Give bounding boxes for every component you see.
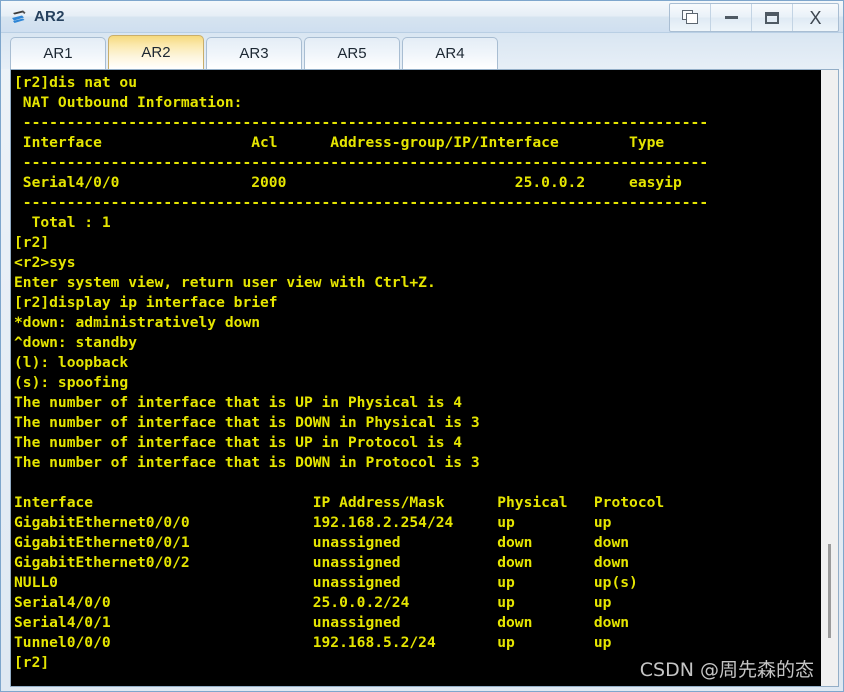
terminal-line: GigabitEthernet0/0/1 unassigned down dow… [14,534,630,551]
maximize-icon [765,11,779,24]
terminal-line: *down: administratively down [14,314,261,331]
terminal-line: GigabitEthernet0/0/0 192.168.2.254/24 up… [14,514,612,531]
terminal-panel: [r2]dis nat ou NAT Outbound Information:… [10,69,839,687]
tab-ar4[interactable]: AR4 [402,37,498,69]
terminal-line: Tunnel0/0/0 192.168.5.2/24 up up [14,634,612,651]
emulator-window: AR2 X AR1 AR2 AR3 AR5 AR4 [r2]dis nat ou… [0,0,844,692]
terminal-line: GigabitEthernet0/0/2 unassigned down dow… [14,554,630,571]
tab-label: AR3 [239,45,269,62]
terminal-line: (l): loopback [14,354,129,371]
tab-ar3[interactable]: AR3 [206,37,302,69]
minimize-button[interactable] [711,4,752,31]
tab-label: AR1 [43,45,73,62]
restore-button[interactable] [670,4,711,31]
terminal-line: ----------------------------------------… [14,154,709,171]
window-title: AR2 [34,7,65,25]
close-button[interactable]: X [793,4,838,31]
tab-ar1[interactable]: AR1 [10,37,106,69]
tab-ar2[interactable]: AR2 [108,35,204,69]
terminal-line: Serial4/0/1 unassigned down down [14,614,630,631]
terminal-line: The number of interface that is DOWN in … [14,454,480,471]
terminal-line: Enter system view, return user view with… [14,274,436,291]
terminal-line: [r2]dis nat ou [14,74,138,91]
terminal-line: ----------------------------------------… [14,114,709,131]
terminal-line: Interface IP Address/Mask Physical Proto… [14,494,665,511]
window-controls: X [669,3,839,32]
terminal-scrollbar[interactable] [820,70,838,686]
title-bar: AR2 X [1,1,843,33]
tab-label: AR2 [141,44,171,61]
terminal-line: (s): spoofing [14,374,129,391]
maximize-button[interactable] [752,4,793,31]
router-icon [9,7,29,27]
terminal-line: The number of interface that is UP in Pr… [14,434,463,451]
minimize-icon [724,16,738,19]
terminal-line: [r2] [14,234,50,251]
terminal-line: The number of interface that is DOWN in … [14,414,480,431]
terminal-line: [r2] [14,654,50,671]
tab-label: AR4 [435,45,465,62]
tab-ar5[interactable]: AR5 [304,37,400,69]
terminal-line: [r2]display ip interface brief [14,294,278,311]
terminal-line: NULL0 unassigned up up(s) [14,574,638,591]
terminal-line: NAT Outbound Information: [14,94,243,111]
terminal-line: Interface Acl Address-group/IP/Interface… [14,134,665,151]
terminal-line: Serial4/0/0 2000 25.0.0.2 easyip [14,174,682,191]
close-icon: X [809,7,822,28]
tab-label: AR5 [337,45,367,62]
device-tab-bar: AR1 AR2 AR3 AR5 AR4 [1,33,843,69]
terminal-line: ^down: standby [14,334,138,351]
restore-icon [681,10,699,25]
terminal-line: Total : 1 [14,214,111,231]
terminal-line: The number of interface that is UP in Ph… [14,394,463,411]
terminal-line: Serial4/0/0 25.0.0.2/24 up up [14,594,612,611]
terminal-output[interactable]: [r2]dis nat ou NAT Outbound Information:… [11,70,820,686]
terminal-line: ----------------------------------------… [14,194,709,211]
scrollbar-thumb[interactable] [828,544,831,638]
terminal-line: <r2>sys [14,254,76,271]
